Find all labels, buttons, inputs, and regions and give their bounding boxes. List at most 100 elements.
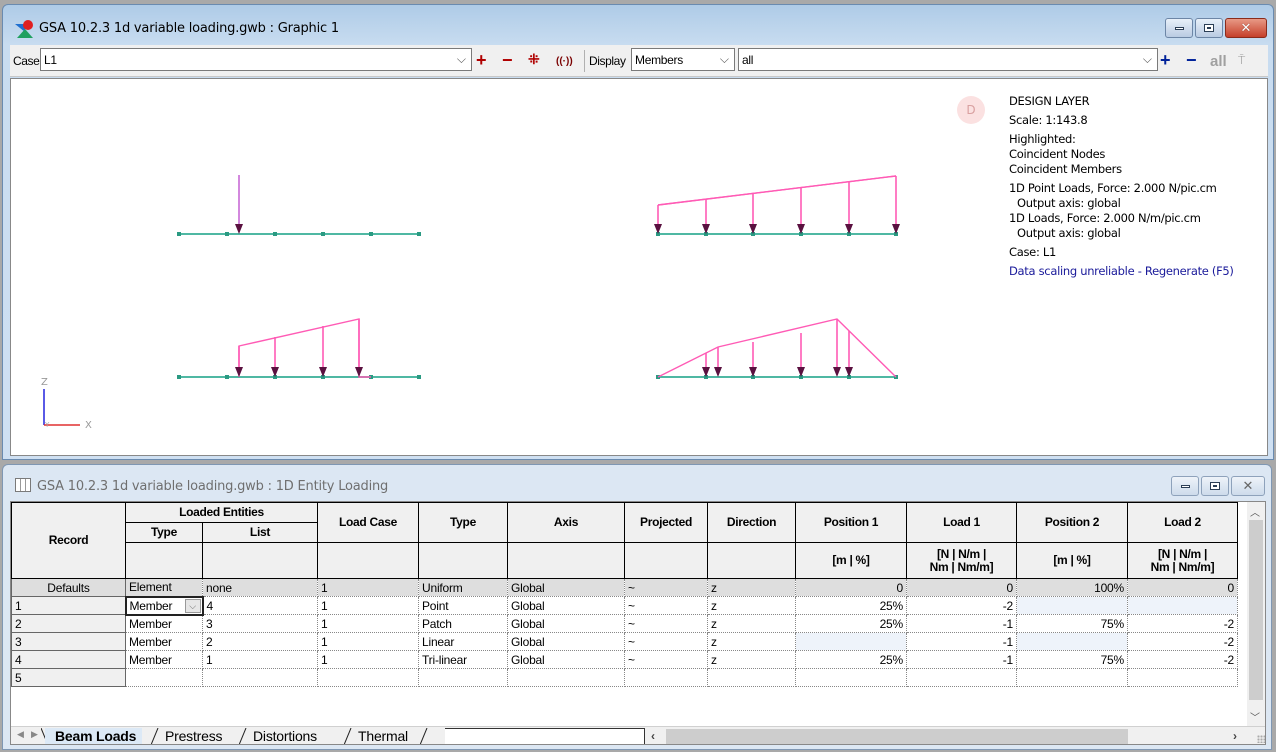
cell-record[interactable]: 5 [11, 668, 126, 687]
table-row[interactable]: 5 [11, 668, 1238, 687]
vertical-scrollbar[interactable]: ︿ ﹀ [1247, 502, 1265, 726]
header-axis[interactable]: Axis [507, 502, 625, 543]
cell-case[interactable] [317, 668, 419, 687]
pin-icon[interactable]: ⍑ [1238, 51, 1245, 69]
cell-etype[interactable]: Member ⌵ [124, 595, 204, 616]
cell-axis[interactable]: Global [507, 614, 625, 633]
header-load1[interactable]: Load 1 [906, 502, 1017, 543]
cell-load1[interactable]: -2 [906, 596, 1017, 615]
envelope-icon[interactable]: ⁜ [528, 50, 540, 68]
cell-direction[interactable]: z [707, 632, 796, 651]
cell-load1[interactable] [906, 668, 1017, 687]
graphic-canvas[interactable]: Z X Y D DESIGN LAYER Scale: 1:143.8 Highli… [10, 78, 1268, 456]
cell-pos2[interactable]: 100% [1016, 578, 1128, 597]
cell-etype[interactable]: Member [125, 632, 203, 651]
scroll-right-icon[interactable]: › [1233, 729, 1237, 743]
cell-load1[interactable]: 0 [906, 578, 1017, 597]
cell-projected[interactable]: ~ [624, 596, 708, 615]
cell-etype[interactable] [125, 668, 203, 687]
cell-load2[interactable]: -2 [1127, 632, 1238, 651]
cell-case[interactable]: 1 [317, 578, 419, 597]
table-titlebar[interactable]: GSA 10.2.3 1d variable loading.gwb : 1D … [3, 465, 1271, 505]
cell-projected[interactable]: ~ [624, 614, 708, 633]
cell-type[interactable] [418, 668, 508, 687]
header-position2[interactable]: Position 2 [1016, 502, 1128, 543]
cell-etype[interactable]: Member [125, 614, 203, 633]
cell-etype[interactable]: Element [125, 578, 203, 597]
tab-next-icon[interactable]: ▶ [31, 729, 38, 740]
cell-case[interactable]: 1 [317, 632, 419, 651]
header-projected[interactable]: Projected [624, 502, 708, 543]
filter-combo[interactable]: all ⌵ [738, 48, 1158, 71]
scroll-up-icon[interactable]: ︿ [1250, 504, 1260, 519]
header-position1[interactable]: Position 1 [795, 502, 907, 543]
scroll-left-icon[interactable]: ‹ [651, 729, 655, 743]
tab-thermal[interactable]: Thermal [348, 728, 414, 744]
resize-grip[interactable] [1257, 735, 1265, 743]
cell-direction[interactable] [707, 668, 796, 687]
cell-type[interactable]: Uniform [418, 578, 508, 597]
regenerate-warning[interactable]: Data scaling unreliable - Regenerate (F5… [1009, 264, 1234, 279]
table-row[interactable]: 1 Member ⌵ 4 1 Point Global ~ z 25% -2 [11, 595, 1238, 616]
header-entity-type[interactable]: Type [125, 522, 203, 543]
cell-list[interactable]: 4 [202, 596, 318, 615]
tab-prev-icon[interactable]: ◀ [17, 729, 24, 740]
cell-record[interactable]: 4 [11, 650, 126, 669]
scroll-down-icon[interactable]: ﹀ [1250, 709, 1260, 724]
cell-record[interactable]: Defaults [11, 578, 126, 597]
minimize-button[interactable] [1171, 476, 1199, 496]
maximize-button[interactable] [1201, 476, 1229, 496]
cases-combo[interactable]: L1 ⌵ [40, 48, 472, 71]
header-load2[interactable]: Load 2 [1127, 502, 1238, 543]
cell-axis[interactable]: Global [507, 578, 625, 597]
cell-list[interactable]: 1 [202, 650, 318, 669]
cell-pos2[interactable] [1016, 668, 1128, 687]
cell-load1[interactable]: -1 [906, 650, 1017, 669]
cell-list[interactable]: none [202, 578, 318, 597]
cell-pos1[interactable] [795, 632, 907, 651]
cell-load1[interactable]: -1 [906, 614, 1017, 633]
header-entity-list[interactable]: List [202, 522, 318, 543]
close-button[interactable]: ✕ [1225, 18, 1267, 38]
graphic-titlebar[interactable]: GSA 10.2.3 1d variable loading.gwb : Gra… [3, 5, 1273, 45]
cell-case[interactable]: 1 [317, 650, 419, 669]
cell-direction[interactable]: z [707, 578, 796, 597]
cell-pos1[interactable]: 25% [795, 614, 907, 633]
filter-add-button[interactable]: + [1160, 51, 1171, 69]
all-button[interactable]: all [1210, 53, 1227, 71]
tab-distortions[interactable]: Distortions [243, 728, 323, 744]
cell-pos1[interactable]: 25% [795, 596, 907, 615]
cell-load2[interactable]: -2 [1127, 650, 1238, 669]
cell-record[interactable]: 3 [11, 632, 126, 651]
cell-pos1[interactable]: 0 [795, 578, 907, 597]
cell-case[interactable]: 1 [317, 614, 419, 633]
animate-icon[interactable]: ((·)) [556, 53, 573, 71]
cell-pos2[interactable]: 75% [1016, 614, 1128, 633]
cell-record[interactable]: 1 [11, 596, 126, 615]
horizontal-scrollbar[interactable]: ‹ › [647, 728, 1247, 744]
cell-list[interactable]: 3 [202, 614, 318, 633]
cell-etype[interactable]: Member [125, 650, 203, 669]
display-combo[interactable]: Members ⌵ [631, 48, 735, 71]
horizontal-scroll-thumb[interactable] [666, 729, 1128, 744]
cell-axis[interactable]: Global [507, 596, 625, 615]
cell-load2[interactable]: -2 [1127, 614, 1238, 633]
cell-direction[interactable]: z [707, 650, 796, 669]
cell-type[interactable]: Linear [418, 632, 508, 651]
cell-projected[interactable]: ~ [624, 650, 708, 669]
cell-direction[interactable]: z [707, 614, 796, 633]
cell-pos2[interactable]: 75% [1016, 650, 1128, 669]
filter-remove-button[interactable]: − [1186, 51, 1197, 69]
table-row[interactable]: 3 Member 2 1 Linear Global ~ z -1 -2 [11, 632, 1238, 651]
cell-projected[interactable] [624, 668, 708, 687]
cell-list[interactable] [202, 668, 318, 687]
cell-projected[interactable]: ~ [624, 632, 708, 651]
cell-direction[interactable]: z [707, 596, 796, 615]
cell-pos1[interactable]: 25% [795, 650, 907, 669]
header-direction[interactable]: Direction [707, 502, 796, 543]
cell-type[interactable]: Patch [418, 614, 508, 633]
vertical-scroll-thumb[interactable] [1249, 520, 1263, 700]
cell-pos2[interactable] [1016, 632, 1128, 651]
table-row[interactable]: 2 Member 3 1 Patch Global ~ z 25% -1 75% -2 [11, 614, 1238, 633]
cell-projected[interactable]: ~ [624, 578, 708, 597]
